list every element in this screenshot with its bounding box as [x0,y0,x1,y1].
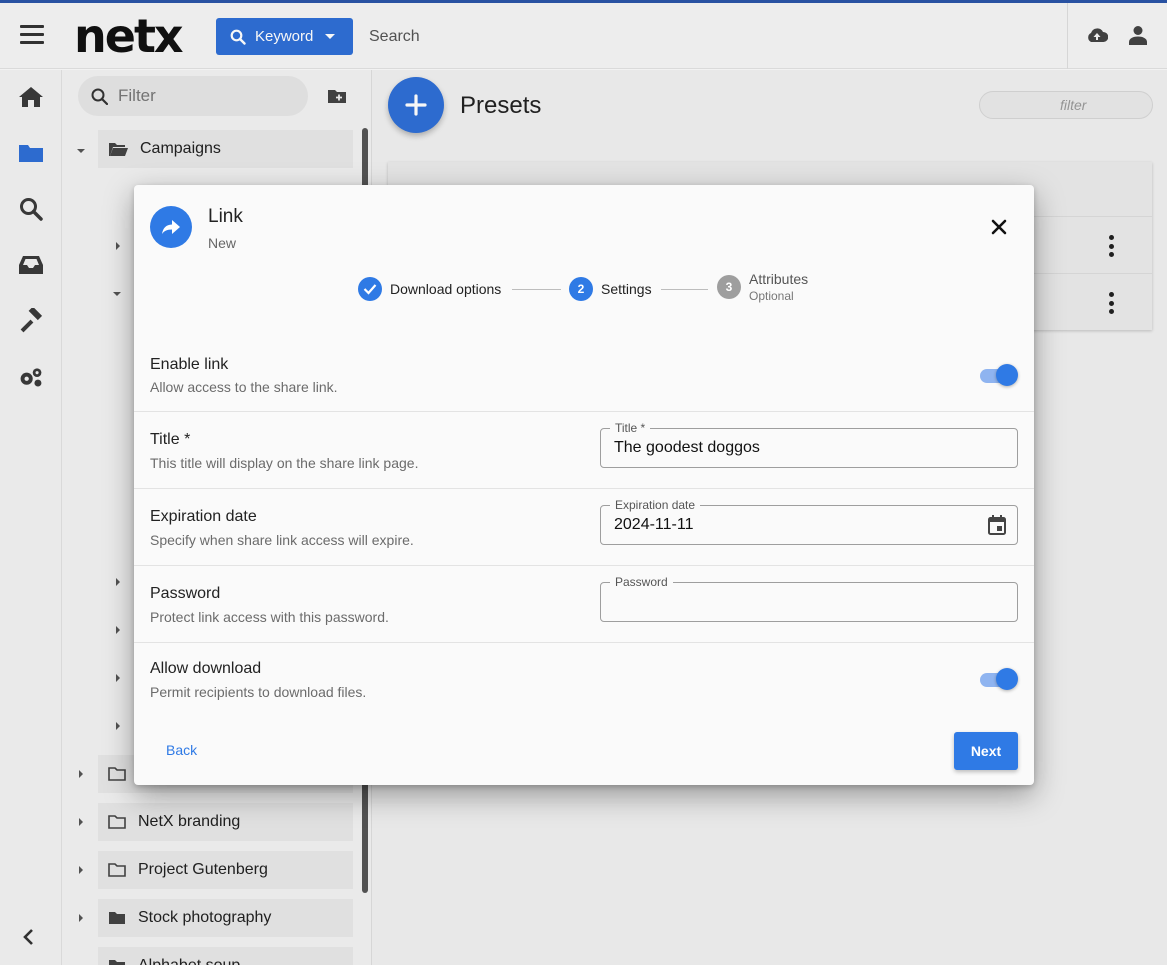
setting-label: Password [150,585,221,602]
step-download-options[interactable]: Download options [358,277,501,301]
step-label: Download options [390,281,502,297]
password-field[interactable]: Password [600,574,1018,622]
setting-row-title: Title * This title will display on the s… [134,411,1034,488]
setting-description: Protect link access with this password. [150,609,389,625]
step-connector [512,289,561,290]
field-value: The goodest doggos [614,439,760,456]
setting-description: Allow access to the share link. [150,379,338,395]
dialog-subtitle: New [208,235,237,251]
setting-description: This title will display on the share lin… [150,455,419,471]
expiration-date-field[interactable]: Expiration date 2024-11-11 [600,497,1018,545]
setting-label: Enable link [150,356,229,373]
setting-row-allow-download: Allow download Permit recipients to down… [134,642,1034,718]
dialog-title: Link [208,206,243,227]
field-label: Password [610,574,673,590]
setting-row-expiration: Expiration date Specify when share link … [134,488,1034,565]
step-sublabel: Optional [749,289,794,303]
setting-description: Permit recipients to download files. [150,684,367,700]
setting-row-enable-link: Enable link Allow access to the share li… [134,335,1034,411]
setting-label: Allow download [150,660,262,677]
field-value: 2024-11-11 [614,516,694,533]
step-number: 3 [717,275,741,299]
share-icon [150,206,192,248]
setting-label: Title * [150,431,191,448]
setting-row-password: Password Protect link access with this p… [134,565,1034,642]
step-settings[interactable]: 2 Settings [569,277,652,301]
check-icon [358,277,382,301]
next-button[interactable]: Next [954,732,1018,770]
calendar-icon[interactable] [988,515,1006,535]
enable-link-toggle[interactable] [980,364,1018,386]
step-connector [661,289,708,290]
step-label: Settings [601,281,652,297]
step-attributes[interactable]: 3 Attributes Optional [717,271,808,303]
setting-label: Expiration date [150,508,257,525]
step-label: Attributes [749,271,809,287]
setting-description: Specify when share link access will expi… [150,532,414,548]
step-number: 2 [569,277,593,301]
close-icon[interactable] [990,218,1008,236]
back-button[interactable]: Back [166,742,197,758]
title-field[interactable]: Title * The goodest doggos [600,420,1018,468]
allow-download-toggle[interactable] [980,668,1018,690]
field-label: Expiration date [610,497,701,513]
field-label: Title * [610,420,651,436]
link-dialog: Link New Download options 2 Settings 3 A… [134,185,1034,785]
